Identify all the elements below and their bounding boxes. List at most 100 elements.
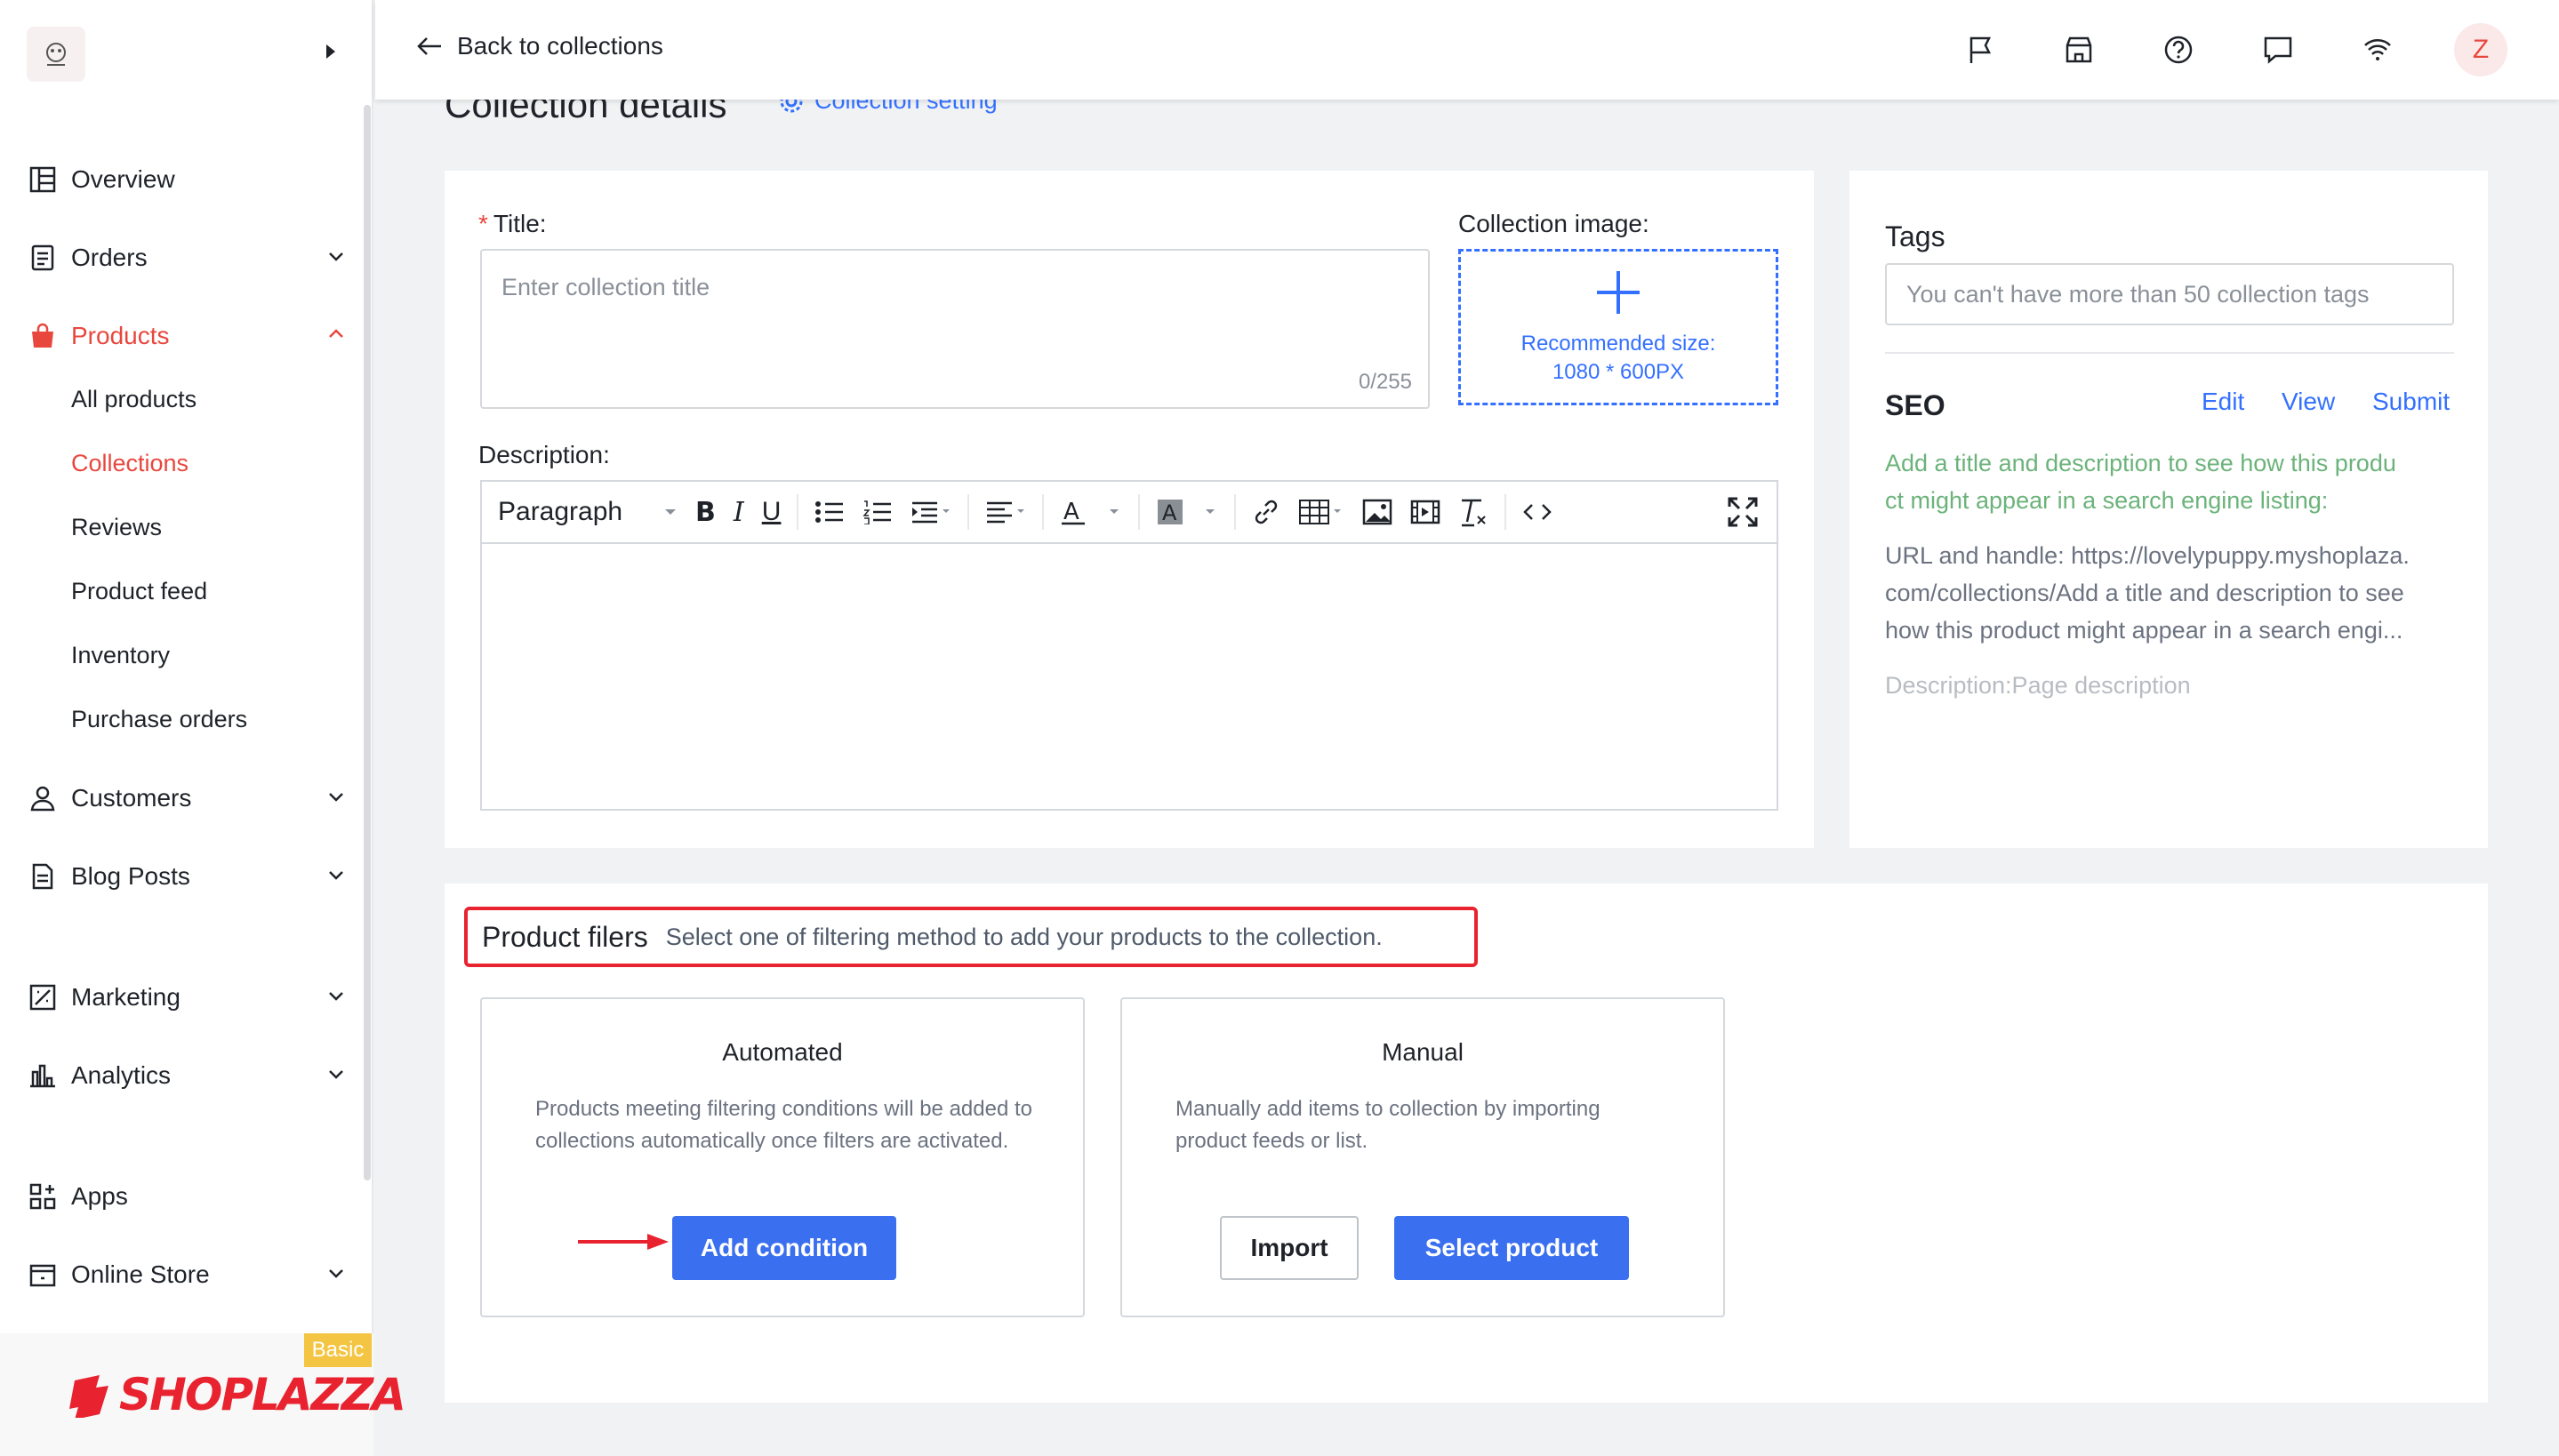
seo-url-preview: URL and handle: https://lovelypuppy.mysh… xyxy=(1885,537,2454,649)
toolbar-divider xyxy=(967,494,970,530)
manual-title: Manual xyxy=(1382,1038,1464,1066)
title-input[interactable]: Enter collection title 0/255 xyxy=(480,249,1430,409)
collection-image-upload[interactable]: Recommended size: 1080 * 600PX xyxy=(1458,249,1778,405)
seo-submit-link[interactable]: Submit xyxy=(2372,388,2450,416)
chevron-down-icon xyxy=(325,1262,347,1284)
editor-toolbar: Paragraph B I U A A xyxy=(480,480,1778,542)
sidebar-expand-icon[interactable] xyxy=(324,43,338,60)
store-icon xyxy=(27,1259,59,1291)
description-editor[interactable] xyxy=(480,542,1778,811)
nav-online-store[interactable]: Online Store xyxy=(27,1255,347,1294)
toolbar-divider xyxy=(1138,494,1141,530)
seo-view-link[interactable]: View xyxy=(2282,388,2335,416)
sub-collections[interactable]: Collections xyxy=(71,450,189,477)
link-icon[interactable] xyxy=(1243,490,1289,534)
caret-down-icon xyxy=(663,508,678,516)
underline-icon[interactable]: U xyxy=(753,490,790,534)
clear-format-icon[interactable] xyxy=(1449,490,1497,534)
highlight-color-icon[interactable]: A xyxy=(1147,490,1227,534)
chevron-down-icon xyxy=(325,245,347,267)
chevron-down-icon xyxy=(325,985,347,1006)
nav-label: Customers xyxy=(71,784,192,812)
nav-overview[interactable]: Overview xyxy=(27,160,347,199)
store-logo[interactable] xyxy=(27,27,85,82)
nav-label: Marketing xyxy=(71,983,180,1011)
tags-input[interactable]: You can't have more than 50 collection t… xyxy=(1885,263,2454,325)
code-view-icon[interactable] xyxy=(1513,490,1561,534)
align-icon[interactable] xyxy=(976,490,1035,534)
brand-name: SHOPLAZZA xyxy=(119,1369,406,1420)
automated-title: Automated xyxy=(722,1038,843,1066)
collection-image-label-text: Collection image xyxy=(1458,210,1642,237)
toolbar-divider xyxy=(1234,494,1237,530)
product-filters-subheading: Select one of filtering method to add yo… xyxy=(665,923,1383,950)
nav-marketing[interactable]: Marketing xyxy=(27,978,347,1017)
numbered-list-icon[interactable] xyxy=(854,490,902,534)
chevron-down-icon xyxy=(325,1063,347,1084)
store-front-icon[interactable] xyxy=(2061,32,2097,68)
shoplazza-logo: SHOPLAZZA xyxy=(68,1369,406,1420)
seo-url-line: how this product might appear in a searc… xyxy=(1885,617,2403,644)
toolbar-divider xyxy=(1042,494,1045,530)
product-filters-heading: Product filers xyxy=(482,920,648,953)
bold-icon[interactable]: B xyxy=(686,490,725,534)
back-to-collections-link[interactable]: Back to collections xyxy=(416,32,663,60)
nav-customers[interactable]: Customers xyxy=(27,779,347,818)
topbar-overlay: Back to collections Z xyxy=(375,0,2559,100)
image-hint-dimensions: 1080 * 600PX xyxy=(1552,360,1685,384)
chevron-down-icon xyxy=(325,786,347,807)
wifi-icon[interactable] xyxy=(2360,32,2395,68)
image-icon[interactable] xyxy=(1353,490,1401,534)
seo-description-preview: Description:Page description xyxy=(1885,672,2191,699)
sidebar-scrollbar[interactable] xyxy=(364,105,371,1180)
dashboard-icon xyxy=(27,164,59,196)
chevron-up-icon xyxy=(325,324,347,345)
person-icon xyxy=(27,782,59,814)
nav-label: Blog Posts xyxy=(71,862,190,890)
shoplazza-mark-icon xyxy=(68,1372,114,1418)
nav-label: Products xyxy=(71,322,170,349)
plus-icon xyxy=(1593,268,1643,317)
nav-label: Online Store xyxy=(71,1260,210,1288)
add-condition-button[interactable]: Add condition xyxy=(672,1216,896,1280)
sub-all-products[interactable]: All products xyxy=(71,386,197,413)
chat-icon[interactable] xyxy=(2260,32,2296,68)
toolbar-divider xyxy=(1504,494,1507,530)
fullscreen-icon[interactable] xyxy=(1718,490,1768,534)
avatar[interactable]: Z xyxy=(2454,23,2507,76)
description-label: Description: xyxy=(478,441,610,468)
product-filters-header-highlight: Product filers Select one of filtering m… xyxy=(464,907,1478,967)
sub-inventory[interactable]: Inventory xyxy=(71,642,170,669)
sub-product-feed[interactable]: Product feed xyxy=(71,578,207,605)
nav-apps[interactable]: Apps xyxy=(27,1177,347,1216)
format-select-value: Paragraph xyxy=(498,497,623,526)
sub-purchase-orders[interactable]: Purchase orders xyxy=(71,706,247,733)
help-icon[interactable] xyxy=(2161,32,2196,68)
flag-icon[interactable] xyxy=(1963,32,1999,68)
tags-heading: Tags xyxy=(1885,220,1945,252)
seo-heading: SEO xyxy=(1885,389,1945,421)
seo-hint: Add a title and description to see how t… xyxy=(1885,444,2454,519)
seo-url-line: URL and handle: https://lovelypuppy.mysh… xyxy=(1885,542,2410,569)
analytics-icon xyxy=(27,1060,59,1092)
text-color-icon[interactable]: A xyxy=(1051,490,1131,534)
back-label: Back to collections xyxy=(457,32,663,60)
manual-description: Manually add items to collection by impo… xyxy=(1175,1097,1600,1153)
seo-edit-link[interactable]: Edit xyxy=(2202,388,2244,416)
import-button[interactable]: Import xyxy=(1220,1216,1359,1280)
nav-orders[interactable]: Orders xyxy=(27,238,347,277)
sub-reviews[interactable]: Reviews xyxy=(71,514,162,541)
table-icon[interactable] xyxy=(1289,490,1353,534)
select-product-button[interactable]: Select product xyxy=(1394,1216,1629,1280)
indent-icon[interactable] xyxy=(902,490,960,534)
italic-icon[interactable]: I xyxy=(725,490,753,534)
nav-analytics[interactable]: Analytics xyxy=(27,1056,347,1095)
nav-label: Overview xyxy=(71,165,175,193)
nav-blog-posts[interactable]: Blog Posts xyxy=(27,857,347,896)
bullet-list-icon[interactable] xyxy=(806,490,854,534)
document-icon xyxy=(27,860,59,892)
nav-products[interactable]: Products xyxy=(27,316,347,356)
svg-text:A: A xyxy=(1063,499,1079,525)
video-icon[interactable] xyxy=(1401,490,1449,534)
format-select[interactable]: Paragraph xyxy=(482,490,686,534)
